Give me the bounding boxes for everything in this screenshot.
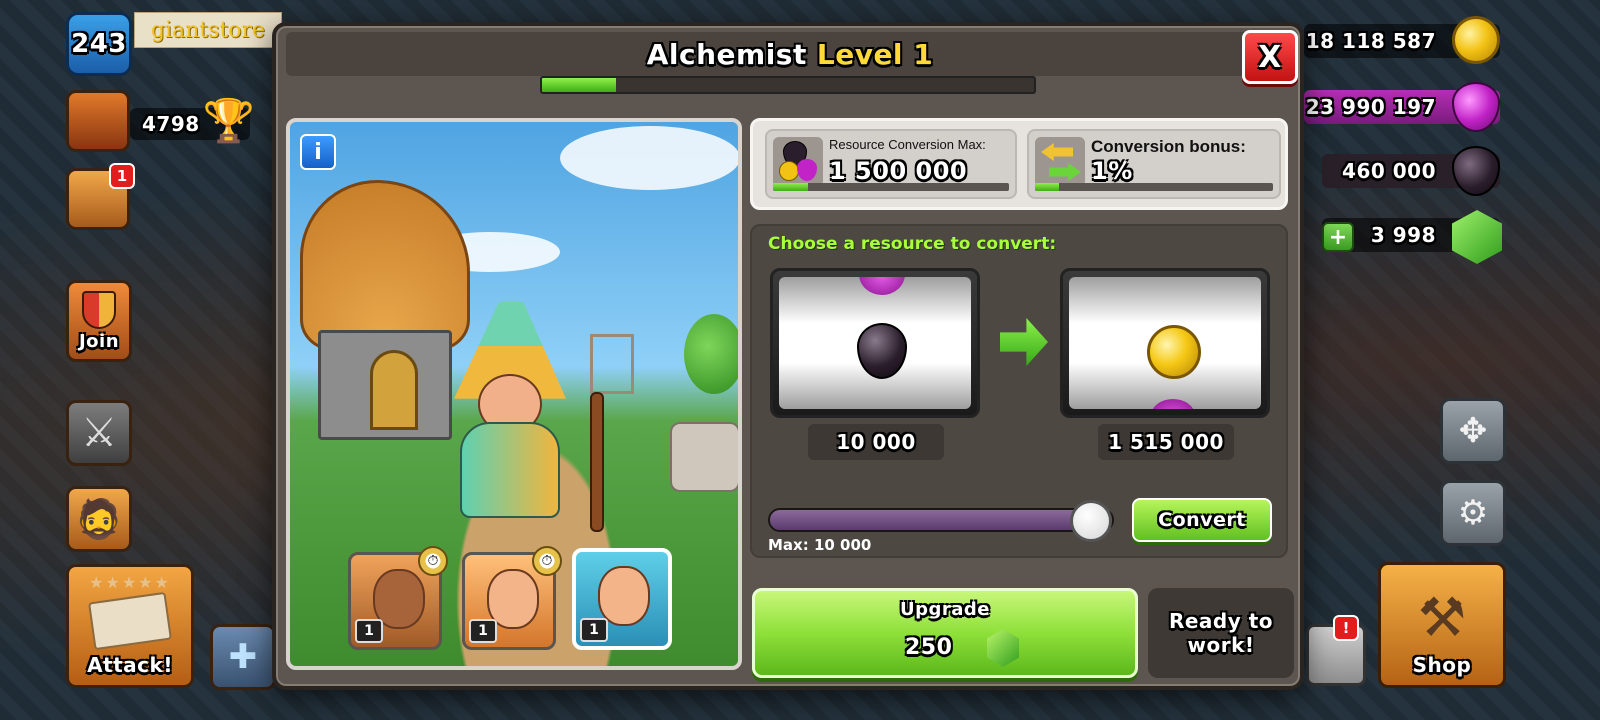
info-icon[interactable]: i: [300, 134, 336, 170]
slider-max-label: Max: 10 000: [768, 536, 872, 554]
alchemist-dialog: Alchemist Level 1 X i 1 ⏱ 1 ⏱ 1 Resource…: [272, 22, 1304, 690]
settings-gear-icon[interactable]: ⚙: [1440, 480, 1506, 546]
join-label: Join: [78, 330, 120, 352]
chief-portrait-button[interactable]: 🧔: [66, 486, 132, 552]
dialog-level: Level 1: [816, 37, 934, 71]
convert-title: Choose a resource to convert:: [768, 234, 1057, 254]
news-notification-badge: !: [1333, 615, 1359, 641]
stopwatch-icon: ⏱: [532, 546, 562, 576]
upgrade-cost: 250: [905, 635, 953, 660]
convert-panel: Choose a resource to convert: 10 000 1 5…: [750, 224, 1288, 558]
target-resource-reel[interactable]: [1060, 268, 1270, 418]
league-badge[interactable]: [66, 90, 130, 152]
trophy-icon: 🏆: [202, 96, 256, 145]
upgrade-button[interactable]: Upgrade 250: [752, 588, 1138, 678]
swap-arrows-icon: [1035, 137, 1085, 187]
conversion-bonus-value: 1%: [1091, 157, 1133, 185]
shop-label: Shop: [1412, 653, 1472, 677]
attack-button[interactable]: ★★★★★ Attack!: [66, 564, 194, 688]
resource-mix-icon: [773, 137, 823, 187]
gold-coin-icon: [1452, 16, 1500, 64]
conversion-bonus-bar: [1035, 183, 1273, 191]
level-progress-fill: [542, 78, 616, 92]
stars-icon: ★★★★★: [89, 573, 171, 592]
buy-gems-plus-button[interactable]: +: [1322, 222, 1354, 252]
arrow-right-icon: [1000, 318, 1048, 366]
alchemist-staff: [590, 392, 604, 532]
upgrade-label: Upgrade: [899, 599, 990, 620]
cloud: [560, 126, 738, 190]
worker-level: 1: [580, 618, 608, 642]
elixir-drop-icon: [859, 277, 905, 295]
conversion-max-value: 1 500 000: [829, 157, 968, 185]
events-notification-badge: 1: [109, 163, 135, 189]
worker-portrait: [598, 566, 650, 626]
elixir-drop-icon: [1151, 399, 1195, 409]
stopwatch-icon: ⏱: [418, 546, 448, 576]
news-button[interactable]: !: [1306, 615, 1366, 686]
distant-tower: [590, 334, 634, 394]
tree: [684, 314, 738, 394]
dialog-header: Alchemist Level 1: [286, 32, 1294, 76]
conversion-bonus-fill: [1035, 183, 1059, 191]
brand-watermark: giantstore: [134, 12, 282, 48]
hut-door: [370, 350, 418, 430]
dialog-title: Alchemist: [646, 37, 807, 71]
level-progress-bar: [540, 76, 1036, 94]
conversion-max-label: Resource Conversion Max:: [829, 137, 986, 152]
alchemist-character: [440, 302, 580, 522]
worker-level: 1: [355, 619, 383, 643]
close-button[interactable]: X: [1242, 30, 1298, 84]
source-resource-reel[interactable]: [770, 268, 980, 418]
conversion-max-fill: [773, 183, 809, 191]
attack-label: Attack!: [87, 653, 173, 677]
source-amount: 10 000: [808, 424, 944, 460]
reel-window: [779, 277, 971, 409]
hammer-icon: ⚒: [1417, 586, 1467, 649]
conversion-bonus-card: Conversion bonus: 1%: [1027, 129, 1281, 199]
shop-button[interactable]: ⚒ Shop: [1378, 562, 1506, 688]
shield-plus-icon[interactable]: ✚: [210, 624, 276, 690]
clan-shield-icon: [82, 290, 116, 329]
gem-icon: [987, 629, 1019, 667]
amount-slider-track[interactable]: [768, 508, 1114, 532]
alchemist-scene: i 1 ⏱ 1 ⏱ 1: [286, 118, 742, 670]
amount-slider-thumb[interactable]: [1070, 500, 1112, 542]
target-amount: 1 515 000: [1098, 424, 1234, 460]
conversion-max-bar: [773, 183, 1009, 191]
status-text: Ready to work!: [1148, 588, 1294, 678]
alchemist-cloak: [460, 422, 560, 518]
crossed-swords-icon[interactable]: ⚔: [66, 400, 132, 466]
rock-pile: [670, 422, 738, 492]
battle-map-icon: [88, 591, 172, 651]
amount-slider-fill: [770, 510, 1112, 530]
worker-level: 1: [469, 619, 497, 643]
conversion-max-card: Resource Conversion Max: 1 500 000: [765, 129, 1017, 199]
convert-button[interactable]: Convert: [1132, 498, 1272, 542]
reel-window: [1069, 277, 1261, 409]
conversion-bonus-label: Conversion bonus:: [1091, 137, 1246, 156]
dark-elixir-drop-icon: [857, 323, 907, 379]
xp-level-badge[interactable]: 243: [66, 12, 132, 76]
gold-coin-icon: [1147, 325, 1201, 379]
worker-card-3-selected[interactable]: 1: [572, 548, 672, 650]
edit-layout-icon[interactable]: ✥: [1440, 398, 1506, 464]
join-clan-button[interactable]: Join: [66, 280, 132, 362]
events-button[interactable]: 1: [66, 163, 135, 230]
stats-panel: Resource Conversion Max: 1 500 000 Conve…: [750, 118, 1288, 210]
